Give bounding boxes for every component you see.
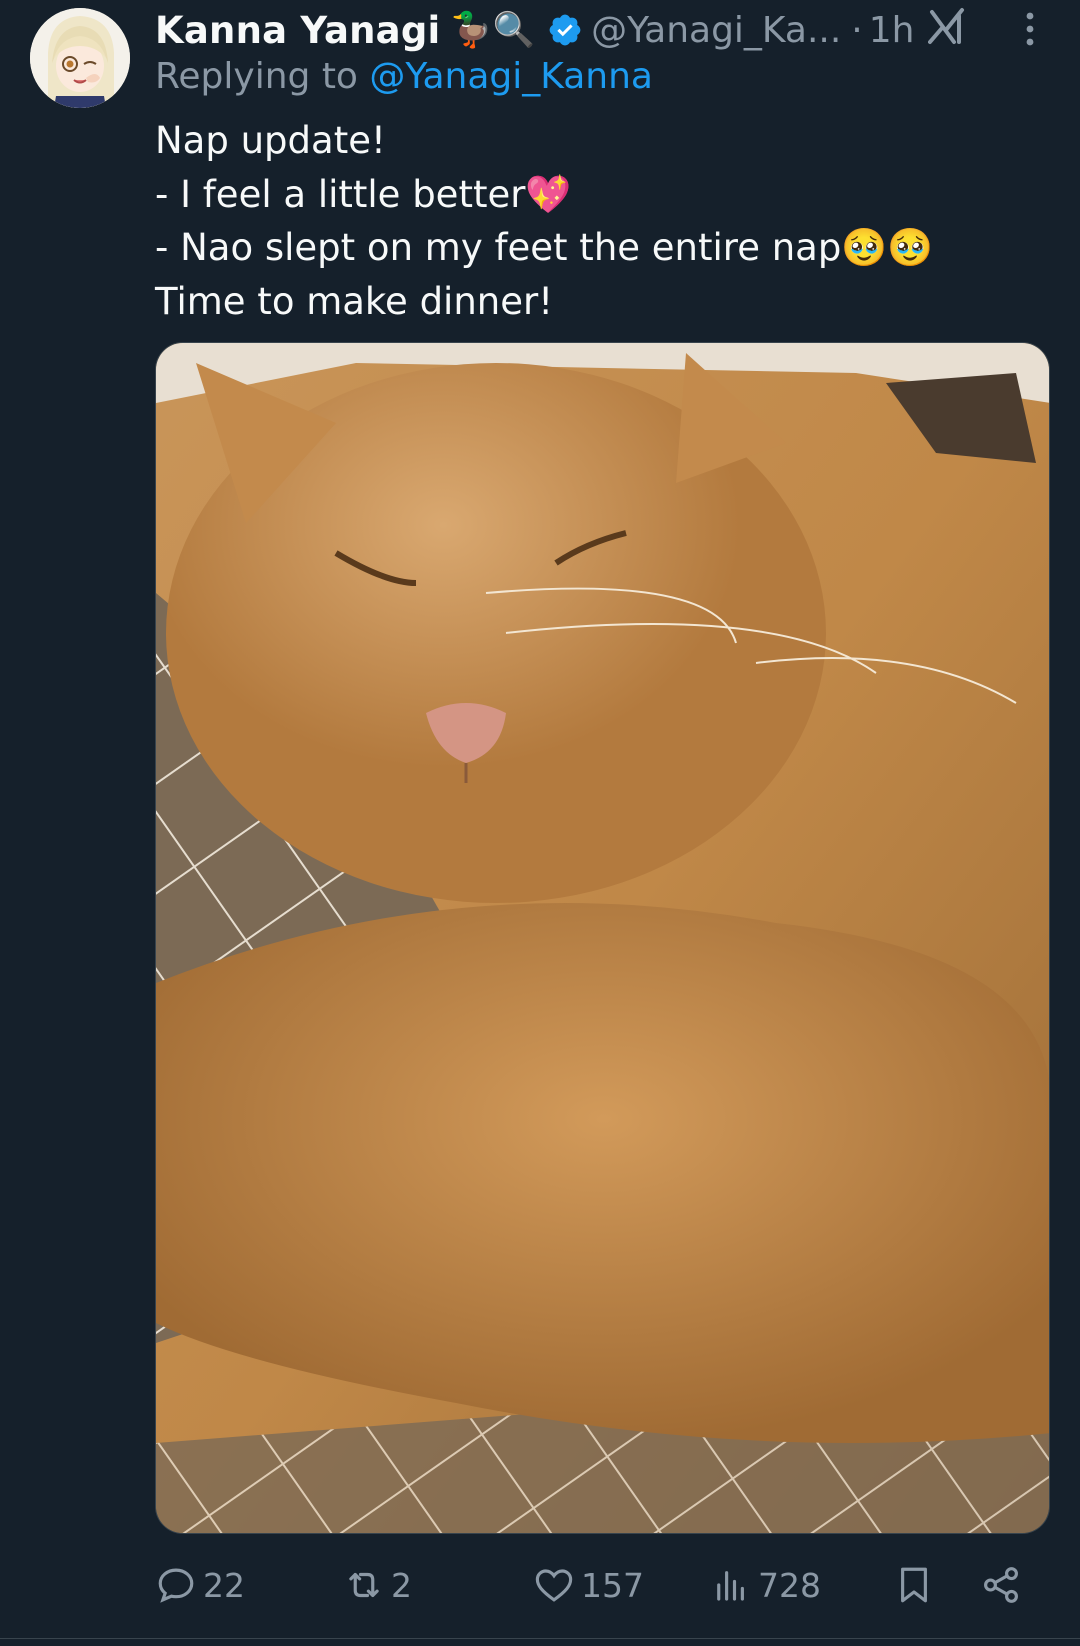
more-options-icon[interactable]: [1018, 10, 1042, 48]
repost-count: 2: [391, 1565, 412, 1605]
verified-badge-icon[interactable]: [547, 12, 583, 48]
replying-to: Replying to @Yanagi_Kanna: [155, 56, 653, 97]
views-count: 728: [758, 1565, 821, 1605]
tweet-text-line: Time to make dinner!: [155, 279, 554, 323]
timestamp[interactable]: 1h: [869, 10, 915, 51]
views-icon: [717, 1571, 744, 1601]
author-name[interactable]: Kanna Yanagi: [155, 9, 440, 52]
tweet-action-bar: 22 2 157 728: [155, 1560, 1035, 1610]
tweet-header: Kanna Yanagi 🦆🔍 @Yanagi_Ka... · 1h: [155, 4, 1055, 56]
views-button[interactable]: 728: [710, 1560, 821, 1610]
tweet-photo[interactable]: [155, 342, 1050, 1534]
tweet: Kanna Yanagi 🦆🔍 @Yanagi_Ka... · 1h Reply…: [0, 0, 1080, 1646]
bookmark-button[interactable]: [893, 1560, 935, 1610]
grok-icon[interactable]: [928, 6, 966, 46]
separator-dot: ·: [851, 9, 863, 51]
reply-icon: [158, 1568, 194, 1603]
tweet-text-line: - Nao slept on my feet the entire nap🥹🥹: [155, 226, 934, 269]
like-icon: [535, 1569, 573, 1602]
avatar[interactable]: [30, 8, 130, 108]
share-icon: [984, 1567, 1018, 1603]
like-button[interactable]: 157: [533, 1560, 644, 1610]
replying-prefix: Replying to: [155, 56, 358, 97]
share-button[interactable]: [980, 1560, 1022, 1610]
author-name-emoji: 🦆🔍: [450, 10, 536, 50]
bookmark-icon: [901, 1567, 927, 1603]
reply-button[interactable]: 22: [155, 1560, 245, 1610]
tweet-text: Nap update! - I feel a little better💖 - …: [155, 114, 1045, 328]
replying-mention-link[interactable]: @Yanagi_Kanna: [369, 56, 653, 97]
tweet-divider: [0, 1638, 1080, 1639]
tweet-text-line: - I feel a little better💖: [155, 172, 572, 216]
tweet-text-line: Nap update!: [155, 119, 386, 162]
like-count: 157: [581, 1565, 644, 1605]
repost-icon: [349, 1572, 379, 1598]
author-handle[interactable]: @Yanagi_Ka...: [591, 10, 841, 51]
repost-button[interactable]: 2: [343, 1560, 412, 1610]
reply-count: 22: [203, 1565, 245, 1605]
